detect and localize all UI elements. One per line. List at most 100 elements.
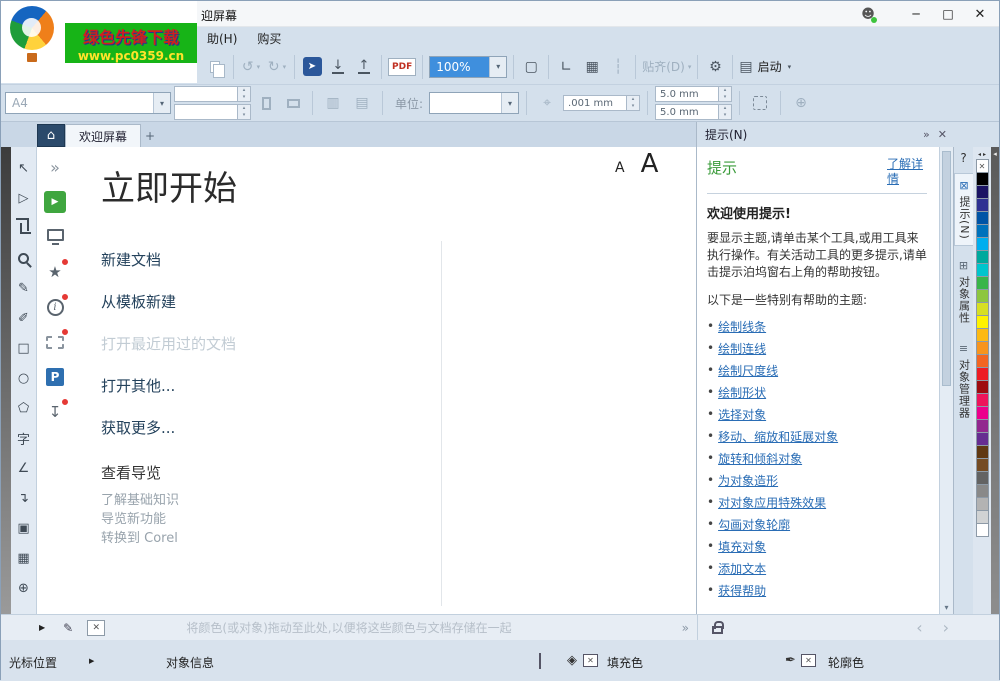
swatch-603913[interactable] [976,445,989,459]
fill-none-swatch[interactable]: ✕ [583,654,598,667]
swatch-ed1c24[interactable] [976,367,989,381]
swatch-f26522[interactable] [976,354,989,368]
edge-arrow-icon[interactable]: ◂ [993,150,997,614]
docker-tab-object-properties[interactable]: ⊞对象属性 [954,254,973,329]
welcome-nav-whats-new[interactable]: ★ [43,260,67,284]
swatch-fdb913[interactable] [976,328,989,342]
welcome-nav-membership[interactable]: P [43,365,67,389]
page-width-field[interactable]: ▴▾ [174,86,251,102]
menu-help[interactable]: 助(H) [197,27,247,49]
duplicate-y-field[interactable]: 5.0 mm▴▾ [655,104,732,120]
swatch-636363[interactable] [976,471,989,485]
status-flyout-icon[interactable]: ▶ [89,657,94,665]
doc-palette-flyout-icon[interactable]: ▶ [39,623,45,632]
minimize-button[interactable]: ─ [901,3,931,25]
swatch-00a99d[interactable] [976,250,989,264]
transparency-tool[interactable]: ▦ [12,543,36,573]
units-combo[interactable]: ▾ [429,92,519,114]
welcome-nav-workspace[interactable] [43,225,67,249]
start-link-2[interactable]: 从模板新建 [101,280,696,322]
page-height-field[interactable]: ▴▾ [174,104,251,120]
hint-topic-link[interactable]: 绘制形状 [718,384,766,401]
account-icon[interactable]: ☻ [855,3,881,25]
swatch-000000[interactable] [976,172,989,186]
start-link-1[interactable]: 新建文档 [101,238,696,280]
preset-dropdown-icon[interactable]: ▾ [153,93,170,113]
hint-topic-link[interactable]: 绘制连线 [718,340,766,357]
swatch-898989[interactable] [976,484,989,498]
tour-link-3[interactable]: 转换到 Corel [101,529,696,548]
welcome-nav-gallery[interactable] [43,330,67,354]
start-link-5[interactable]: 获取更多... [101,406,696,448]
swatch-9e0b0f[interactable] [976,380,989,394]
swatch-0072bc[interactable] [976,224,989,238]
snap-to-button[interactable]: 贴齐(D)▾ [640,53,693,81]
welcome-nav-get-started[interactable]: ▶ [43,190,67,214]
welcome-nav-need-help[interactable]: i [43,295,67,319]
landscape-button[interactable] [281,90,305,116]
width-spinner[interactable]: ▴▾ [238,86,251,102]
palette-left-icon[interactable]: ◂ [978,151,981,158]
text-size-large-button[interactable]: A [641,149,659,179]
freehand-tool[interactable]: ✎ [12,273,36,303]
doc-palette-expand-icon[interactable]: » [682,621,689,635]
swatch-none[interactable]: ✕ [976,159,989,173]
welcome-nav-updates[interactable]: ↧ [43,400,67,424]
document-palette-icon[interactable] [539,653,541,669]
swatch-754c24[interactable] [976,458,989,472]
text-size-small-button[interactable]: A [615,160,625,176]
swatch-f7941d[interactable] [976,341,989,355]
docker-help-icon[interactable]: ? [960,151,966,165]
zoom-tool[interactable] [12,243,36,273]
doc-palette-none-swatch[interactable]: ✕ [87,620,105,636]
treat-as-filled-button[interactable] [747,89,773,117]
dup-y-spinner[interactable]: ▴▾ [719,104,732,120]
hint-topic-link[interactable]: 获得帮助 [718,582,766,599]
tour-link-1[interactable]: 了解基础知识 [101,491,696,510]
parallel-dimension-tool[interactable]: ∠ [12,453,36,483]
hint-topic-link[interactable]: 旋转和倾斜对象 [718,450,802,467]
customize-add-button[interactable]: ⊕ [788,89,814,117]
eyedropper-icon[interactable]: ✎ [63,621,73,635]
shape-tool[interactable]: ▷ [12,183,36,213]
swatch-0054a6[interactable] [976,211,989,225]
dup-x-spinner[interactable]: ▴▾ [719,86,732,102]
docker-undock-icon[interactable]: » [923,128,930,141]
polygon-tool[interactable]: ⬠ [12,393,36,423]
undo-button[interactable]: ↺▾ [238,53,264,81]
menu-buy[interactable]: 购买 [247,27,291,49]
welcome-tab[interactable]: 欢迎屏幕 [65,124,141,147]
swatch-00c5cd[interactable] [976,263,989,277]
welcome-nav-expand[interactable]: » [43,155,67,179]
next-arrow-icon[interactable]: › [943,618,949,637]
prev-arrow-icon[interactable]: ‹ [916,618,922,637]
all-pages-button[interactable]: ▥ [320,89,346,117]
show-rulers-button[interactable]: ∟ [553,53,579,81]
scroll-down-icon[interactable]: ▾ [940,603,953,612]
hint-topic-link[interactable]: 选择对象 [718,406,766,423]
hint-topic-link[interactable]: 绘制线条 [718,318,766,335]
swatch-92278f[interactable] [976,419,989,433]
swatch-39b54a[interactable] [976,276,989,290]
tour-link-2[interactable]: 导览新功能 [101,510,696,529]
palette-right-icon[interactable]: ▸ [983,151,986,158]
home-tab-button[interactable]: ⌂ [37,124,65,147]
hint-topic-link[interactable]: 绘制尺度线 [718,362,778,379]
new-tab-button[interactable]: + [141,124,159,147]
docker-tab-hints[interactable]: ⊠提示(N) [954,173,973,246]
hint-topic-link[interactable]: 添加文本 [718,560,766,577]
learn-more-link[interactable]: 了解详情 [887,157,927,187]
hint-topic-link[interactable]: 移动、缩放和延展对象 [718,428,838,445]
hint-topic-link[interactable]: 为对象造形 [718,472,778,489]
page-size-preset-combo[interactable]: A4▾ [5,92,171,114]
crop-tool[interactable] [12,213,36,243]
current-page-button[interactable]: ▤ [349,89,375,117]
docker-tab-object-manager[interactable]: ≡对象管理器 [954,337,973,424]
swatch-8dc63f[interactable] [976,289,989,303]
artistic-media-tool[interactable]: ✐ [12,303,36,333]
publish-pdf-button[interactable]: PDF [388,58,416,76]
outline-none-swatch[interactable]: ✕ [801,654,816,667]
pick-tool[interactable]: ↖ [12,153,36,183]
paste-button[interactable] [203,53,229,81]
docker-close-icon[interactable]: ✕ [938,128,947,141]
